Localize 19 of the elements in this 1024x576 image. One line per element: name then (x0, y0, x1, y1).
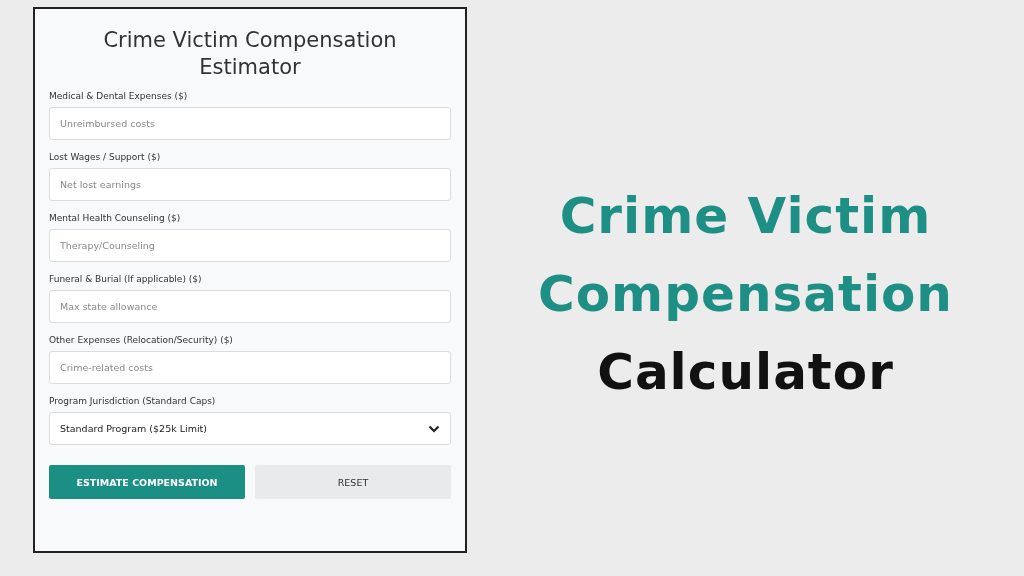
input-field[interactable]: Therapy/Counseling (49, 229, 451, 262)
input-field[interactable]: Crime-related costs (49, 351, 451, 384)
input-field[interactable]: Net lost earnings (49, 168, 451, 201)
field-label: Funeral & Burial (If applicable) ($) (49, 274, 203, 284)
input-field[interactable]: Unreimbursed costs (49, 107, 451, 140)
headline-text: Compensation (538, 264, 953, 325)
field-label: Other Expenses (Relocation/Security) ($) (49, 335, 234, 345)
input-field[interactable]: Max state allowance (49, 290, 451, 323)
field-label: Lost Wages / Support ($) (49, 152, 162, 162)
headline-text: Crime Victim (559, 186, 932, 247)
headline-text: Calculator (597, 342, 894, 403)
field-label: Medical & Dental Expenses ($) (49, 91, 189, 101)
estimate-button[interactable]: ESTIMATE COMPENSATION (49, 465, 245, 499)
chevron-down-icon (428, 424, 440, 433)
field-label: Mental Health Counseling ($) (49, 213, 182, 223)
calculator-title: Crime Victim Compensation Estimator (102, 27, 398, 81)
dropdown[interactable]: Standard Program ($25k Limit) (49, 412, 451, 445)
field-label: Program Jurisdiction (Standard Caps) (49, 396, 217, 406)
reset-button[interactable]: RESET (255, 465, 451, 499)
